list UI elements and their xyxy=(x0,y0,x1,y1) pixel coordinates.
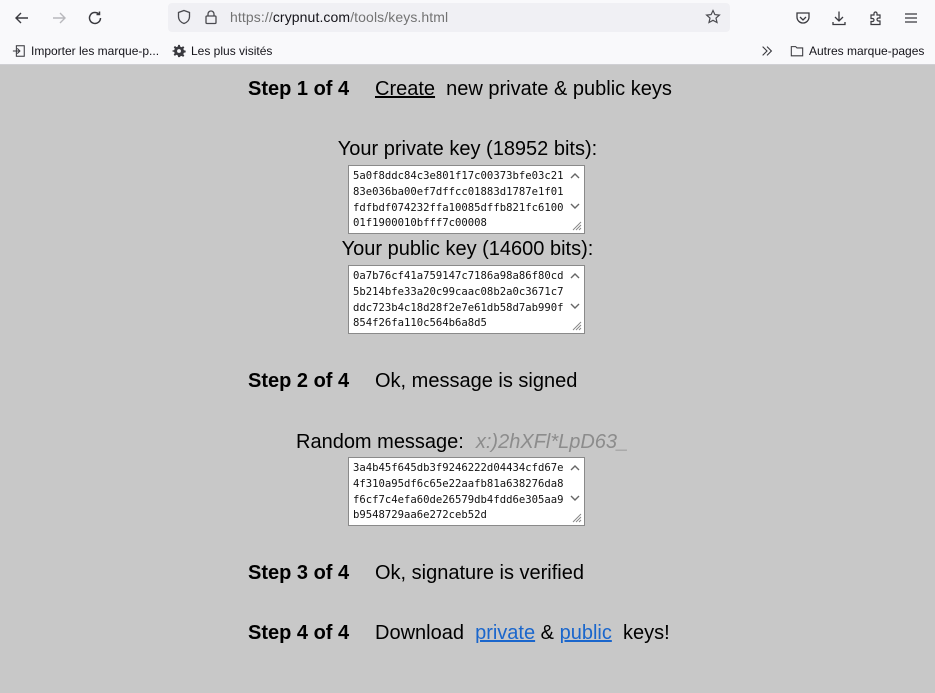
step-1-label: Step 1 of 4 xyxy=(248,78,350,100)
import-icon xyxy=(12,45,25,57)
forward-button[interactable] xyxy=(45,4,73,32)
scroll-down-button[interactable] xyxy=(568,492,582,504)
resize-grip-icon[interactable] xyxy=(570,219,582,231)
chevron-down-icon xyxy=(570,203,580,209)
extensions-icon xyxy=(870,11,881,26)
step-3: Step 3 of 4 Ok, signature is verified xyxy=(248,562,584,585)
resize-grip-icon[interactable] xyxy=(570,319,582,331)
bookmark-other-label: Autres marque-pages xyxy=(809,44,925,58)
url-scheme: https:// xyxy=(230,9,273,25)
chevron-down-icon xyxy=(570,495,580,501)
scroll-down-button[interactable] xyxy=(568,300,582,312)
pocket-icon xyxy=(796,12,810,24)
bookmarks-overflow-button[interactable] xyxy=(760,42,779,60)
browser-toolbar: https://crypnut.com/tools/keys.html xyxy=(0,0,935,36)
step-2-text: Ok, message is signed xyxy=(375,370,578,392)
url-text[interactable]: https://crypnut.com/tools/keys.html xyxy=(230,9,448,25)
step-3-text: Ok, signature is verified xyxy=(375,562,584,584)
shield-icon[interactable] xyxy=(176,9,192,25)
menu-icon xyxy=(905,13,917,23)
step-4: Step 4 of 4 Download private & public ke… xyxy=(248,622,670,645)
signature-textarea[interactable]: 3a4b45f645db3f9246222d04434cfd67e4f310a9… xyxy=(348,457,585,526)
back-button[interactable] xyxy=(8,4,36,32)
scroll-up-button[interactable] xyxy=(568,170,582,182)
random-message-label: Random message: xyxy=(296,431,464,453)
url-bar[interactable]: https://crypnut.com/tools/keys.html xyxy=(168,3,730,32)
gear-icon xyxy=(172,44,186,58)
download-icon xyxy=(832,11,846,26)
pocket-button[interactable] xyxy=(789,4,817,32)
folder-icon xyxy=(790,46,804,57)
bookmark-import-label: Importer les marque-p... xyxy=(31,44,160,58)
scroll-up-button[interactable] xyxy=(568,462,582,474)
bookmarks-bar: Importer les marque-p... Les plus visité… xyxy=(0,36,935,65)
signature-value[interactable]: 3a4b45f645db3f9246222d04434cfd67e4f310a9… xyxy=(353,461,565,524)
star-icon[interactable] xyxy=(705,9,721,25)
step-2-label: Step 2 of 4 xyxy=(248,370,350,392)
random-message-row: Random message: x:)2hXFl*LpD63_ xyxy=(296,431,628,454)
step-2: Step 2 of 4 Ok, message is signed xyxy=(248,370,577,393)
resize-grip-icon[interactable] xyxy=(570,511,582,523)
step-4-text-after: keys! xyxy=(622,622,670,644)
arrow-left-icon xyxy=(15,12,28,24)
create-keys-link[interactable]: Create xyxy=(375,78,435,100)
step-4-label: Step 4 of 4 xyxy=(248,622,350,644)
downloads-button[interactable] xyxy=(825,4,853,32)
lock-icon[interactable] xyxy=(203,9,219,25)
url-path: /tools/keys.html xyxy=(350,9,449,25)
private-key-label: Your private key (18952 bits): xyxy=(337,138,598,160)
bookmark-most-visited-label: Les plus visités xyxy=(191,44,273,58)
scroll-down-button[interactable] xyxy=(568,200,582,212)
chevron-down-icon xyxy=(570,303,580,309)
step-4-text-before: Download xyxy=(375,622,464,644)
chevron-up-icon xyxy=(570,173,580,179)
reload-icon xyxy=(88,11,102,25)
scroll-up-button[interactable] xyxy=(568,270,582,282)
reload-button[interactable] xyxy=(81,4,109,32)
step-1: Step 1 of 4 Create new private & public … xyxy=(248,78,672,101)
chevron-double-right-icon xyxy=(762,46,773,56)
private-key-value[interactable]: 5a0f8ddc84c3e801f17c00373bfe03c2183e036b… xyxy=(353,169,565,232)
step-4-ampersand: & xyxy=(540,622,555,644)
private-key-textarea[interactable]: 5a0f8ddc84c3e801f17c00373bfe03c2183e036b… xyxy=(348,165,585,234)
public-key-value[interactable]: 0a7b76cf41a759147c7186a98a86f80cd5b214bf… xyxy=(353,269,565,332)
bookmark-most-visited[interactable]: Les plus visités xyxy=(172,42,272,60)
extensions-button[interactable] xyxy=(862,4,890,32)
public-key-textarea[interactable]: 0a7b76cf41a759147c7186a98a86f80cd5b214bf… xyxy=(348,265,585,334)
chevron-up-icon xyxy=(570,465,580,471)
page-content: Step 1 of 4 Create new private & public … xyxy=(0,65,935,693)
arrow-right-icon xyxy=(53,12,66,24)
download-public-key-link[interactable]: public xyxy=(560,622,612,644)
url-host: crypnut.com xyxy=(272,9,351,25)
step-1-text: new private & public keys xyxy=(446,78,672,100)
random-message-value: x:)2hXFl*LpD63_ xyxy=(475,431,629,453)
menu-button[interactable] xyxy=(897,4,925,32)
download-private-key-link[interactable]: private xyxy=(475,622,535,644)
chevron-up-icon xyxy=(570,273,580,279)
step-3-label: Step 3 of 4 xyxy=(248,562,350,584)
public-key-label: Your public key (14600 bits): xyxy=(341,238,594,260)
bookmark-other[interactable]: Autres marque-pages xyxy=(790,42,924,60)
bookmark-import[interactable]: Importer les marque-p... xyxy=(12,42,159,60)
